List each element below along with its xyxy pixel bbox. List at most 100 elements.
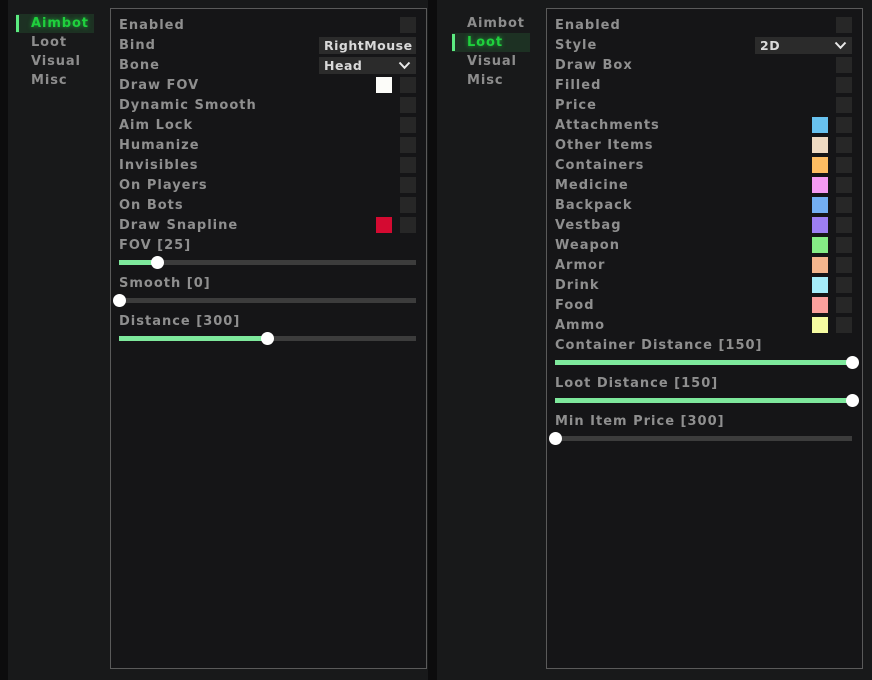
row-controls: Head: [319, 57, 416, 74]
text-field[interactable]: RightMouse: [319, 37, 416, 54]
sidebar-item-visual[interactable]: Visual: [16, 52, 94, 71]
checkbox[interactable]: [400, 17, 416, 33]
color-swatch[interactable]: [812, 197, 828, 213]
checkbox[interactable]: [836, 177, 852, 193]
slider[interactable]: [555, 432, 852, 445]
row-controls: [812, 197, 852, 213]
row-label: Dynamic Smooth: [119, 98, 400, 113]
slider-track[interactable]: [555, 436, 852, 441]
row-label: On Players: [119, 178, 400, 193]
slider-thumb[interactable]: [846, 394, 859, 407]
row-invisibles: Invisibles: [111, 155, 426, 175]
checkbox[interactable]: [836, 197, 852, 213]
slider-thumb[interactable]: [846, 356, 859, 369]
checkbox[interactable]: [836, 157, 852, 173]
row-controls: RightMouse: [319, 37, 416, 54]
content-panel: EnabledBindRightMouseBoneHeadDraw FOVDyn…: [110, 8, 427, 669]
color-swatch[interactable]: [812, 217, 828, 233]
sidebar-item-label: Visual: [467, 54, 517, 69]
slider[interactable]: [119, 256, 416, 269]
slider-fill: [119, 336, 268, 341]
slider-track[interactable]: [119, 298, 416, 303]
row-label: Bone: [119, 58, 319, 73]
row-draw-box: Draw Box: [547, 55, 862, 75]
chevron-down-icon: [398, 61, 411, 70]
dropdown[interactable]: 2D: [755, 37, 852, 54]
slider-track[interactable]: [555, 360, 852, 365]
color-swatch[interactable]: [812, 257, 828, 273]
checkbox[interactable]: [836, 97, 852, 113]
row-label: Draw Box: [555, 58, 836, 73]
checkbox[interactable]: [836, 297, 852, 313]
row-label: Enabled: [119, 18, 400, 33]
row-filled: Filled: [547, 75, 862, 95]
checkbox[interactable]: [836, 317, 852, 333]
checkbox[interactable]: [836, 77, 852, 93]
color-swatch[interactable]: [812, 117, 828, 133]
dropdown[interactable]: Head: [319, 57, 416, 74]
row-controls: [836, 17, 852, 33]
checkbox[interactable]: [400, 117, 416, 133]
slider-thumb[interactable]: [113, 294, 126, 307]
row-food: Food: [547, 295, 862, 315]
checkbox[interactable]: [836, 257, 852, 273]
checkbox[interactable]: [836, 237, 852, 253]
checkbox[interactable]: [400, 137, 416, 153]
color-swatch[interactable]: [812, 297, 828, 313]
color-swatch[interactable]: [812, 277, 828, 293]
row-controls: [400, 137, 416, 153]
slider[interactable]: [555, 356, 852, 369]
checkbox[interactable]: [836, 217, 852, 233]
slider[interactable]: [119, 332, 416, 345]
row-style: Style2D: [547, 35, 862, 55]
color-swatch[interactable]: [812, 317, 828, 333]
row-label: Weapon: [555, 238, 812, 253]
checkbox[interactable]: [400, 77, 416, 93]
row-label: Draw Snapline: [119, 218, 376, 233]
row-label: Ammo: [555, 318, 812, 333]
sidebar-item-aimbot[interactable]: Aimbot: [16, 14, 94, 33]
sidebar-item-misc[interactable]: Misc: [16, 71, 94, 90]
slider-smooth: Smooth [0]: [119, 277, 416, 311]
chevron-down-icon: [834, 41, 847, 50]
row-controls: [836, 57, 852, 73]
slider-thumb[interactable]: [549, 432, 562, 445]
checkbox[interactable]: [400, 157, 416, 173]
slider[interactable]: [555, 394, 852, 407]
sidebar-item-aimbot[interactable]: Aimbot: [452, 14, 530, 33]
checkbox[interactable]: [400, 217, 416, 233]
checkbox[interactable]: [400, 177, 416, 193]
checkbox[interactable]: [400, 197, 416, 213]
checkbox[interactable]: [400, 97, 416, 113]
color-swatch[interactable]: [376, 217, 392, 233]
checkbox[interactable]: [836, 117, 852, 133]
color-swatch[interactable]: [812, 237, 828, 253]
color-swatch[interactable]: [812, 137, 828, 153]
row-label: On Bots: [119, 198, 400, 213]
color-swatch[interactable]: [812, 177, 828, 193]
slider-label: Min Item Price [300]: [555, 415, 852, 429]
row-draw-fov: Draw FOV: [111, 75, 426, 95]
color-swatch[interactable]: [812, 157, 828, 173]
row-other-items: Other Items: [547, 135, 862, 155]
slider[interactable]: [119, 294, 416, 307]
sidebar-item-loot[interactable]: Loot: [16, 33, 94, 52]
slider-loot-distance: Loot Distance [150]: [555, 377, 852, 411]
slider-thumb[interactable]: [261, 332, 274, 345]
sidebar-item-loot[interactable]: Loot: [452, 33, 530, 52]
row-controls: [812, 297, 852, 313]
checkbox[interactable]: [836, 17, 852, 33]
row-controls: [400, 177, 416, 193]
slider-thumb[interactable]: [151, 256, 164, 269]
checkbox[interactable]: [836, 57, 852, 73]
checkbox[interactable]: [836, 277, 852, 293]
slider-track[interactable]: [555, 398, 852, 403]
color-swatch[interactable]: [376, 77, 392, 93]
checkbox[interactable]: [836, 137, 852, 153]
sidebar-item-visual[interactable]: Visual: [452, 52, 530, 71]
row-label: Bind: [119, 38, 319, 53]
sidebar-item-label: Aimbot: [467, 16, 525, 31]
row-bind: BindRightMouse: [111, 35, 426, 55]
sidebar-item-misc[interactable]: Misc: [452, 71, 530, 90]
row-weapon: Weapon: [547, 235, 862, 255]
